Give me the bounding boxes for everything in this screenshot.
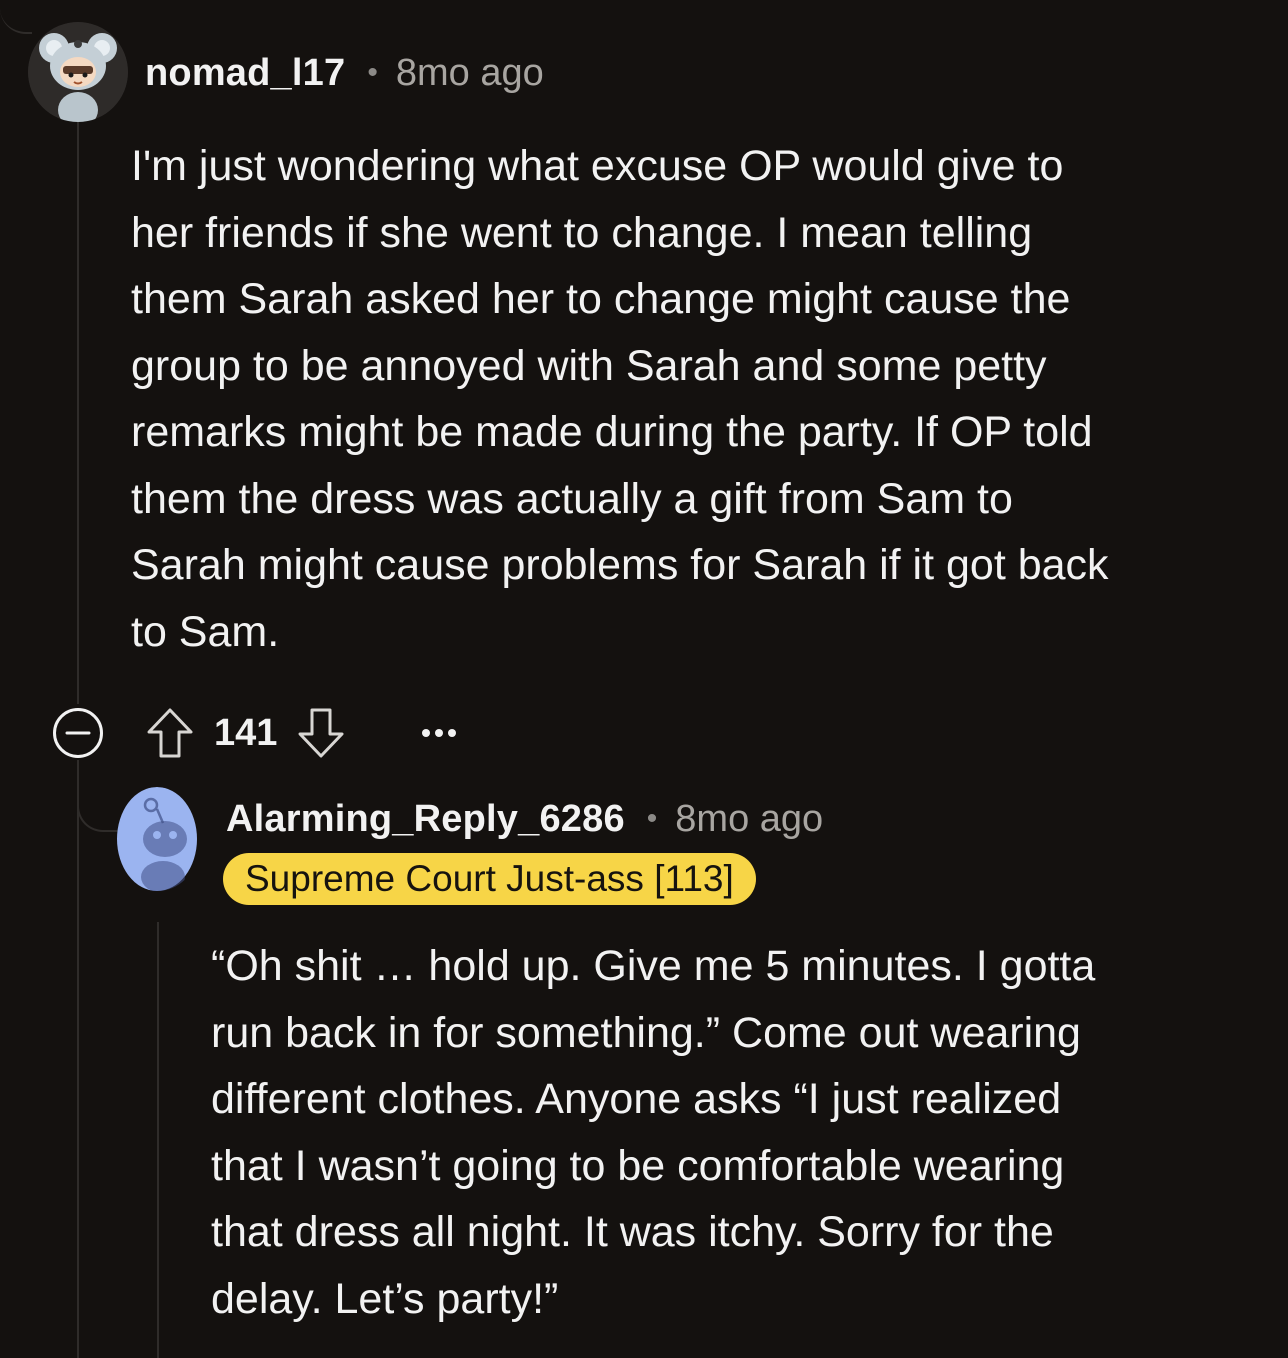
snoo-avatar-icon [117, 787, 197, 891]
comment-line: them the dress was actually a gift from … [131, 474, 1013, 523]
comment-meta: nomad_l17 • 8mo ago [145, 48, 544, 98]
timestamp[interactable]: 8mo ago [396, 52, 544, 95]
meta-separator: • [646, 802, 658, 835]
comment-line: Sarah might cause problems for Sarah if … [131, 541, 1109, 589]
avatar[interactable] [117, 787, 197, 891]
comment-line: different clothes. Anyone asks “I just r… [211, 1075, 1062, 1123]
user-flair: Supreme Court Just-ass [113] [223, 853, 756, 905]
comment-body: “Oh shit … hold up. Give me 5 minutes. I… [211, 933, 1095, 1332]
comment-line: that I wasn’t going to be comfortable we… [211, 1141, 1065, 1190]
upvote-icon [147, 708, 193, 758]
timestamp[interactable]: 8mo ago [675, 798, 823, 841]
comment-line: to Sam. [131, 607, 280, 656]
comment-line: that dress all night. It was itchy. Sorr… [211, 1208, 1054, 1256]
thread-connector-top [0, 0, 32, 34]
comment-meta: Alarming_Reply_6286 • 8mo ago [226, 794, 823, 844]
collapse-icon [53, 708, 103, 758]
downvote-button[interactable] [297, 707, 345, 759]
collapse-button[interactable] [52, 707, 104, 759]
more-options-button[interactable] [421, 727, 457, 739]
comment-line: remarks might be made during the party. … [131, 408, 1093, 456]
comment-line: group to be annoyed with Sarah and some … [131, 341, 1047, 390]
comment-line: delay. Let’s party!” [211, 1274, 559, 1323]
username[interactable]: Alarming_Reply_6286 [226, 798, 625, 841]
username[interactable]: nomad_l17 [145, 52, 345, 95]
comment-line: I'm just wondering what excuse OP would … [131, 142, 1064, 190]
vote-score: 141 [214, 711, 278, 754]
comment-line: her friends if she went to change. I mea… [131, 208, 1033, 257]
thread-connector-reply [77, 760, 119, 832]
upvote-button[interactable] [146, 707, 194, 759]
thread-line-parent-lower [77, 760, 79, 1358]
more-options-icon [422, 729, 457, 737]
meta-separator: • [367, 56, 378, 89]
comment-line: them Sarah asked her to change might cau… [131, 275, 1071, 323]
thread-line-parent [77, 122, 79, 704]
thread-line-reply [157, 922, 159, 1358]
comment-line: “Oh shit … hold up. Give me 5 minutes. I… [211, 942, 1096, 990]
comment-body: I'm just wondering what excuse OP would … [131, 133, 1109, 665]
avatar[interactable] [28, 22, 128, 122]
koala-avatar-icon [28, 22, 128, 122]
comment-actions: 141 [52, 706, 457, 760]
downvote-icon [298, 708, 344, 758]
comment-line: run back in for something.” Come out wea… [211, 1008, 1081, 1057]
